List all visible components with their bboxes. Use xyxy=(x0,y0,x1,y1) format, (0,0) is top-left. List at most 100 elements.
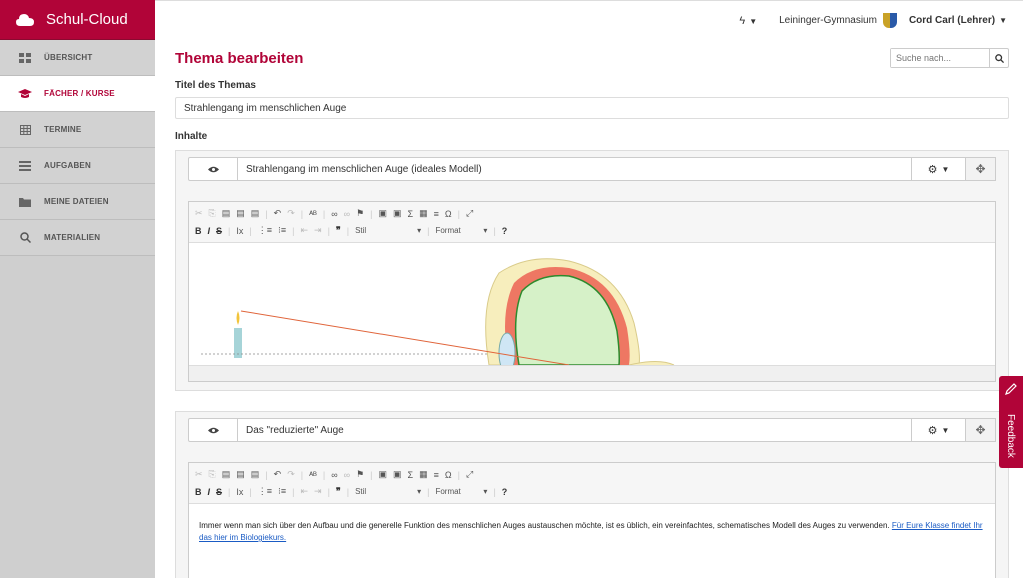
feedback-tab[interactable]: Feedback xyxy=(999,376,1023,468)
copy-icon[interactable]: ⎘ xyxy=(209,208,216,219)
undo-icon[interactable]: ↶ xyxy=(274,208,282,219)
special-char-icon[interactable]: Ω xyxy=(445,470,452,480)
drag-handle[interactable]: ✥ xyxy=(966,418,996,442)
remove-format-icon[interactable]: Ix xyxy=(236,226,243,236)
feedback-label: Feedback xyxy=(1005,414,1016,458)
unlink-icon[interactable]: ∞ xyxy=(344,470,350,480)
search-icon xyxy=(18,232,32,244)
horizontal-rule-icon[interactable]: ≡ xyxy=(434,209,439,219)
paste-word-icon[interactable]: ▤ xyxy=(251,208,260,219)
special-char-icon[interactable]: Ω xyxy=(445,209,452,219)
link-icon[interactable]: ∞ xyxy=(331,209,337,219)
outdent-icon[interactable]: ⇤ xyxy=(300,486,308,497)
candle-body xyxy=(234,328,242,358)
search-button[interactable] xyxy=(989,49,1008,67)
undo-icon[interactable]: ↶ xyxy=(274,469,282,480)
indent-icon[interactable]: ⇥ xyxy=(314,225,322,236)
numbered-list-icon[interactable]: ⋮≡ xyxy=(258,225,272,236)
maximize-icon[interactable]: ⤢ xyxy=(466,208,473,219)
media-icon[interactable]: ▣ xyxy=(393,469,402,480)
paste-icon[interactable]: ▤ xyxy=(222,469,231,480)
block-settings-button[interactable]: ⚙ ▼ xyxy=(912,157,966,181)
sidebar-item-courses[interactable]: FÄCHER / KURSE xyxy=(0,76,155,112)
unlink-icon[interactable]: ∞ xyxy=(344,209,350,219)
spellcheck-icon[interactable]: ᴬᴮ xyxy=(309,209,317,219)
quick-actions-menu[interactable]: ϟ ▼ xyxy=(739,15,757,27)
copy-icon[interactable]: ⎘ xyxy=(209,469,216,480)
paste-text-icon[interactable]: ▤ xyxy=(236,469,245,480)
topic-title-input[interactable]: Strahlengang im menschlichen Auge xyxy=(175,97,1009,119)
sidebar-item-files[interactable]: MEINE DATEIEN xyxy=(0,184,155,220)
paste-icon[interactable]: ▤ xyxy=(222,208,231,219)
search-box xyxy=(890,48,1009,68)
table-icon[interactable]: ▦ xyxy=(419,469,428,480)
folder-icon xyxy=(18,196,32,208)
anchor-flag-icon[interactable]: ⚑ xyxy=(356,208,364,219)
cut-icon[interactable]: ✂ xyxy=(195,469,203,480)
strikethrough-icon[interactable]: S xyxy=(216,487,222,497)
style-dropdown[interactable]: Stil ▾ xyxy=(355,226,421,235)
bullet-list-icon[interactable]: ⁝≡ xyxy=(278,225,286,236)
table-icon[interactable]: ▦ xyxy=(419,208,428,219)
help-icon[interactable]: ? xyxy=(502,487,508,497)
sidebar-item-materials[interactable]: MATERIALIEN xyxy=(0,220,155,256)
block-settings-button[interactable]: ⚙ ▼ xyxy=(912,418,966,442)
blockquote-icon[interactable]: ❞ xyxy=(336,225,341,236)
user-menu[interactable]: Cord Carl (Lehrer) ▼ xyxy=(909,15,1007,26)
bullet-list-icon[interactable]: ⁝≡ xyxy=(278,486,286,497)
style-dropdown[interactable]: Stil ▾ xyxy=(355,487,421,496)
horizontal-rule-icon[interactable]: ≡ xyxy=(434,470,439,480)
help-icon[interactable]: ? xyxy=(502,226,508,236)
visibility-toggle[interactable] xyxy=(188,157,238,181)
numbered-list-icon[interactable]: ⋮≡ xyxy=(258,486,272,497)
paste-text-icon[interactable]: ▤ xyxy=(236,208,245,219)
indent-icon[interactable]: ⇥ xyxy=(314,486,322,497)
eye-icon xyxy=(207,166,219,172)
format-dropdown[interactable]: Format ▾ xyxy=(435,487,487,496)
search-input[interactable] xyxy=(891,49,989,67)
bold-icon[interactable]: B xyxy=(195,487,202,497)
spellcheck-icon[interactable]: ᴬᴮ xyxy=(309,470,317,480)
cloud-icon xyxy=(16,13,34,26)
divider: | xyxy=(427,486,430,497)
italic-icon[interactable]: I xyxy=(208,487,211,497)
eye-icon xyxy=(207,427,219,433)
outdent-icon[interactable]: ⇤ xyxy=(300,225,308,236)
strikethrough-icon[interactable]: S xyxy=(216,226,222,236)
visibility-toggle[interactable] xyxy=(188,418,238,442)
sidebar-item-tasks[interactable]: AUFGABEN xyxy=(0,148,155,184)
block-title-input[interactable]: Strahlengang im menschlichen Auge (ideal… xyxy=(238,157,912,181)
rich-text-editor: ✂ ⎘ ▤ ▤ ▤ | ↶ ↷ | ᴬᴮ | ∞ ∞ ⚑ | ▣ ▣ Σ ▦ ≡… xyxy=(188,201,996,382)
lightning-icon: ϟ xyxy=(739,14,746,27)
redo-icon[interactable]: ↷ xyxy=(287,469,295,480)
link-icon[interactable]: ∞ xyxy=(331,470,337,480)
media-icon[interactable]: ▣ xyxy=(393,208,402,219)
image-icon[interactable]: ▣ xyxy=(379,469,388,480)
italic-icon[interactable]: I xyxy=(208,226,211,236)
redo-icon[interactable]: ↷ xyxy=(287,208,295,219)
dashboard-icon xyxy=(18,52,32,64)
brand[interactable]: Schul-Cloud xyxy=(0,0,155,40)
anchor-flag-icon[interactable]: ⚑ xyxy=(356,469,364,480)
editor-resize-bar[interactable] xyxy=(189,365,995,381)
editor-content-area[interactable]: Immer wenn man sich über den Aufbau und … xyxy=(189,504,995,578)
maximize-icon[interactable]: ⤢ xyxy=(466,469,473,480)
move-icon: ✥ xyxy=(975,162,986,176)
sidebar-item-overview[interactable]: ÜBERSICHT xyxy=(0,40,155,76)
editor-content-area[interactable] xyxy=(189,243,995,365)
drag-handle[interactable]: ✥ xyxy=(966,157,996,181)
pencil-icon xyxy=(1005,383,1017,395)
paste-word-icon[interactable]: ▤ xyxy=(251,469,260,480)
remove-format-icon[interactable]: Ix xyxy=(236,487,243,497)
formula-icon[interactable]: Σ xyxy=(408,209,414,219)
blockquote-icon[interactable]: ❞ xyxy=(336,486,341,497)
cut-icon[interactable]: ✂ xyxy=(195,208,203,219)
bold-icon[interactable]: B xyxy=(195,226,202,236)
sidebar-item-dates[interactable]: TERMINE xyxy=(0,112,155,148)
sidebar-item-label: MEINE DATEIEN xyxy=(44,197,109,206)
format-dropdown[interactable]: Format ▾ xyxy=(435,226,487,235)
contents-label: Inhalte xyxy=(175,131,208,142)
block-title-input[interactable]: Das "reduzierte" Auge xyxy=(238,418,912,442)
formula-icon[interactable]: Σ xyxy=(408,470,414,480)
image-icon[interactable]: ▣ xyxy=(379,208,388,219)
